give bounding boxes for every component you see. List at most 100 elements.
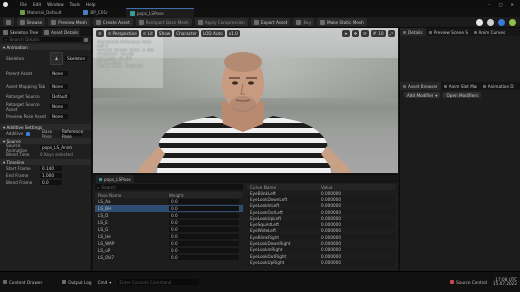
animation-mode-icon[interactable]: [498, 18, 505, 26]
viewport-options-button[interactable]: ≡: [96, 30, 104, 37]
weight-slider[interactable]: 0.0: [169, 234, 239, 239]
details-search-input[interactable]: ⌕ Search Details: [3, 37, 82, 42]
lod-button[interactable]: LOD Auto: [200, 30, 225, 37]
lit-button[interactable]: Lit: [140, 30, 155, 37]
maximize-button[interactable]: ▢: [499, 2, 503, 7]
minimize-button[interactable]: –: [488, 2, 490, 7]
weight-slider[interactable]: 0.0: [169, 227, 239, 232]
show-button[interactable]: Show: [156, 30, 173, 37]
tab-material-default[interactable]: Material_Default: [16, 8, 65, 17]
grid-snap-button[interactable]: #10: [370, 30, 386, 37]
tab-details[interactable]: Details: [400, 28, 426, 36]
create-asset-button[interactable]: Create Asset: [92, 18, 133, 26]
column-value[interactable]: Value: [321, 185, 333, 190]
column-weight[interactable]: Weight: [169, 193, 184, 198]
save-icon: [6, 19, 11, 25]
table-row[interactable]: LS_G 0.0: [95, 226, 243, 233]
menu-file[interactable]: File: [20, 2, 27, 7]
table-row[interactable]: LS_D 0.0: [95, 212, 243, 219]
physics-mode-icon[interactable]: [509, 18, 516, 26]
apply-compression-button[interactable]: Apply Compression: [194, 18, 248, 26]
column-pose-name[interactable]: Pose Name: [95, 193, 169, 198]
tab-asset-details[interactable]: Asset Details: [42, 28, 81, 36]
prop-label: End Frame: [6, 173, 29, 178]
output-log-button[interactable]: Output Log: [62, 280, 92, 285]
tab-bp[interactable]: BP_C01r: [79, 8, 111, 17]
end-frame-input[interactable]: 1.000: [40, 173, 62, 178]
blend-frame-input[interactable]: 0.0: [40, 180, 62, 185]
prop-source-animation: Source Animation pops_LS_Anim: [0, 143, 91, 153]
prop-retarget-source-asset: Retarget Source Asset None: [0, 100, 91, 113]
table-row[interactable]: EyeLookUpRight 0.000000: [247, 259, 395, 266]
content-drawer-button[interactable]: Content Drawer: [3, 280, 42, 285]
additive-checkbox[interactable]: [26, 131, 30, 136]
console-command-input[interactable]: Enter Console Command: [117, 279, 200, 285]
source-control-button[interactable]: Source Control: [450, 280, 487, 285]
mesh-mode-icon[interactable]: [487, 18, 494, 26]
table-row[interactable]: LS_Aa 0.0: [95, 198, 243, 205]
maximize-viewport-button[interactable]: ⤢: [387, 30, 395, 37]
cmd-button[interactable]: Cmd ▾: [98, 280, 112, 285]
rotate-tool-button[interactable]: ⟳: [361, 30, 369, 37]
menu-tools[interactable]: Tools: [70, 2, 80, 7]
save-button[interactable]: [3, 18, 14, 26]
table-row[interactable]: LS_E 0.0: [95, 219, 243, 226]
menu-edit[interactable]: Edit: [33, 2, 41, 7]
skeleton-mode-icon[interactable]: [476, 18, 483, 26]
export-asset-button[interactable]: Export Asset: [250, 18, 291, 26]
weight-slider[interactable]: 0.0: [169, 255, 239, 260]
character-button[interactable]: Character: [174, 30, 199, 37]
retarget-source-dropdown[interactable]: Default: [50, 94, 70, 99]
make-static-mesh-button[interactable]: Make Static Mesh: [317, 18, 367, 26]
tab-asset-browser[interactable]: Asset Browser: [400, 82, 441, 90]
table-row[interactable]: LS_uP 0.0: [95, 247, 243, 254]
weight-slider[interactable]: 0.0: [169, 213, 239, 218]
table-row[interactable]: LS_OU7 0.0: [95, 254, 243, 261]
settings-icon[interactable]: [84, 37, 88, 42]
retarget-source-asset-dropdown[interactable]: None: [50, 104, 68, 109]
viewport[interactable]: ≡ Perspective Lit Show Character LOD Aut…: [93, 28, 398, 173]
close-button[interactable]: ✕: [510, 2, 514, 7]
compression-label: Apply Compression: [204, 19, 245, 25]
tab-preview-scene-settings[interactable]: Preview Scene Settings: [426, 28, 471, 36]
curve-value: 0.000000: [321, 247, 341, 253]
app-logo-icon[interactable]: [3, 1, 8, 7]
tab-anim-curves[interactable]: Anim Curves: [471, 28, 509, 36]
perspective-button[interactable]: Perspective: [105, 30, 139, 37]
weight-slider[interactable]: 0.0: [169, 220, 239, 225]
weight-slider[interactable]: 0.0: [169, 199, 239, 204]
table-row[interactable]: LS_WAP 0.0: [95, 240, 243, 247]
preview-pose-dropdown[interactable]: None: [50, 114, 68, 119]
table-row[interactable]: LS_BH 0.0: [95, 205, 243, 212]
create-icon: [95, 19, 101, 25]
tab-skeleton-tree[interactable]: Skeleton Tree: [3, 29, 38, 35]
select-tool-button[interactable]: ➤: [342, 30, 350, 37]
preview-mesh-button[interactable]: Preview Mesh: [48, 18, 90, 26]
add-modifier-button[interactable]: Add Modifier ▾: [404, 92, 441, 98]
translate-tool-button[interactable]: ✥: [351, 30, 360, 37]
table-row[interactable]: LS_Ue 0.0: [95, 233, 243, 240]
pose-search-input[interactable]: ⌕ Search: [95, 184, 243, 190]
menu-help[interactable]: Help: [86, 2, 96, 7]
playback-speed-button[interactable]: x1.0: [226, 30, 240, 37]
skeleton-dropdown[interactable]: Skeleton: [65, 55, 87, 61]
weight-slider[interactable]: 0.0: [169, 241, 239, 246]
start-frame-input[interactable]: 0.140: [40, 166, 62, 171]
column-curve-name[interactable]: Curve Name: [247, 185, 321, 190]
reimport-button[interactable]: Reimport Base Mesh: [135, 18, 192, 26]
weight-slider[interactable]: 0.0: [169, 206, 239, 211]
weight-slider[interactable]: 0.0: [169, 248, 239, 253]
skeleton-thumbnail[interactable]: ♟: [50, 51, 63, 65]
tab-anim-slot-manager[interactable]: Anim Slot Manager: [441, 82, 480, 90]
browse-button[interactable]: Browse: [17, 18, 46, 26]
tab-pose-asset-editor[interactable]: pops_LSPose: [96, 175, 134, 183]
source-animation-dropdown[interactable]: pops_LS_Anim: [40, 145, 72, 150]
tab-animation-data[interactable]: Animation Data: [480, 82, 517, 90]
base-pose-dropdown[interactable]: Reference Pose: [60, 129, 83, 139]
menu-window[interactable]: Window: [47, 2, 64, 7]
asset-mapping-dropdown[interactable]: None: [50, 84, 68, 89]
tab-pose-asset[interactable]: pops_LSPose: [125, 8, 194, 17]
key-button[interactable]: Key: [293, 18, 315, 26]
parent-asset-dropdown[interactable]: None: [50, 70, 68, 76]
open-modifiers-button[interactable]: Open Modifiers: [443, 92, 482, 98]
